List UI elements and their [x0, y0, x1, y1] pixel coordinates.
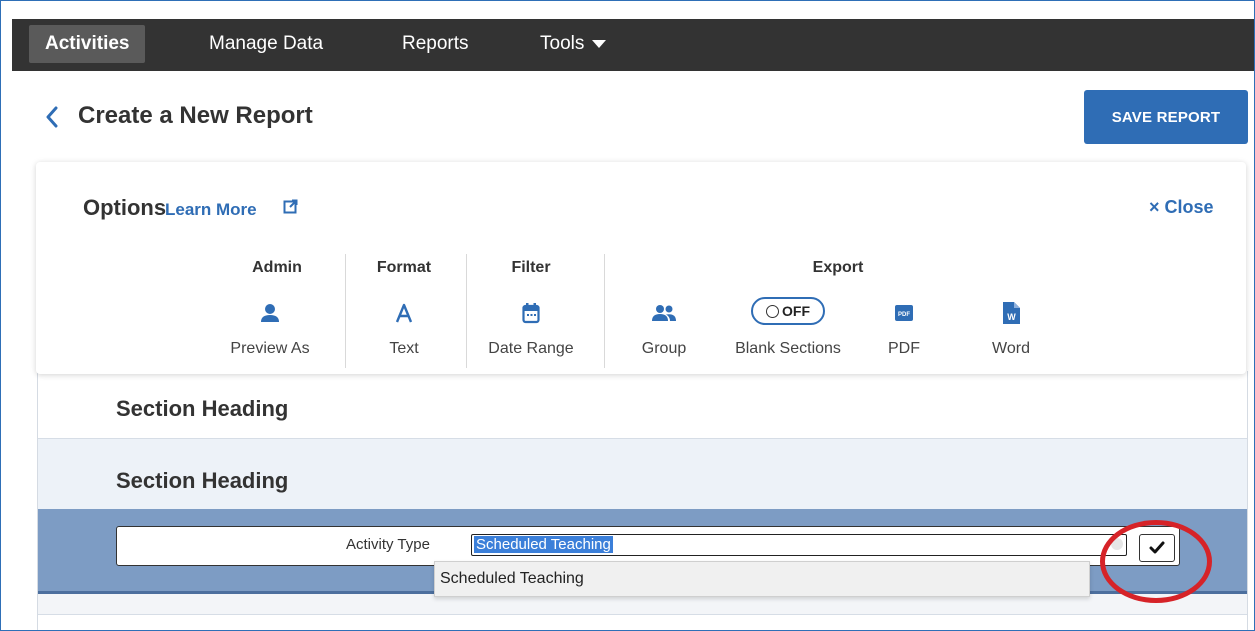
nav-tools[interactable]: Tools [540, 19, 607, 71]
group-label: Group [641, 340, 687, 357]
external-link-icon[interactable] [283, 199, 298, 214]
chevron-left-icon[interactable] [45, 105, 59, 129]
caret-down-icon [592, 39, 607, 48]
group-format-label: Format [376, 259, 432, 276]
pdf-icon: PDF [895, 305, 913, 321]
nav-tools-label: Tools [540, 33, 585, 54]
person-icon [261, 304, 279, 322]
group-tool[interactable]: Group [632, 299, 696, 358]
section-heading: Section Heading [116, 396, 289, 421]
people-icon [652, 305, 676, 321]
activity-type-input[interactable]: Scheduled Teaching [471, 534, 1127, 556]
pdf-export-tool[interactable]: PDF PDF [881, 299, 927, 358]
nav-reports[interactable]: Reports [402, 19, 469, 71]
svg-text:PDF: PDF [898, 312, 910, 318]
word-icon: W [1002, 302, 1020, 324]
activity-type-label: Activity Type [346, 536, 430, 553]
section-row[interactable]: Section Heading [38, 371, 1247, 439]
nav-manage-data[interactable]: Manage Data [209, 19, 323, 71]
divider [604, 254, 605, 368]
font-icon [395, 303, 413, 323]
blank-sections-tool[interactable]: OFF Blank Sections [718, 295, 858, 358]
divider [466, 254, 467, 368]
toggle-knob [766, 304, 779, 318]
date-range-label: Date Range [488, 340, 574, 357]
annotation-circle [1100, 520, 1212, 603]
text-label: Text [389, 340, 419, 357]
dropdown-option[interactable]: Scheduled Teaching [440, 570, 584, 588]
text-tool[interactable]: Text [377, 299, 431, 358]
app-frame: Activities Manage Data Reports Tools Cre… [0, 0, 1255, 631]
close-options-button[interactable]: × Close [1149, 197, 1214, 218]
section-row[interactable]: Section Heading [38, 439, 1247, 509]
word-label: Word [992, 340, 1030, 357]
blank-sections-toggle[interactable]: OFF [751, 297, 825, 325]
section-row [38, 594, 1247, 615]
activity-type-value: Scheduled Teaching [474, 536, 613, 553]
nav-activities[interactable]: Activities [29, 25, 146, 63]
svg-text:W: W [1007, 312, 1016, 322]
pdf-label: PDF [888, 340, 920, 357]
group-export-label: Export [812, 259, 864, 276]
toggle-state: OFF [782, 303, 810, 319]
preview-as-label: Preview As [230, 340, 310, 357]
options-panel: Options Learn More × Close Admin Format … [36, 162, 1246, 374]
date-range-tool[interactable]: Date Range [481, 299, 581, 358]
activity-type-dropdown: Scheduled Teaching [434, 561, 1090, 597]
learn-more-link[interactable]: Learn More [165, 200, 257, 220]
calendar-icon [522, 303, 540, 324]
activity-type-field: Activity Type Scheduled Teaching [116, 526, 1180, 566]
options-title: Options [83, 195, 167, 220]
blank-sections-label: Blank Sections [735, 340, 841, 357]
group-admin-label: Admin [252, 259, 302, 276]
page-title: Create a New Report [78, 102, 313, 129]
top-nav: Activities Manage Data Reports Tools [12, 19, 1254, 71]
save-report-button[interactable]: SAVE REPORT [1084, 90, 1248, 144]
group-filter-label: Filter [511, 259, 551, 276]
preview-as-tool[interactable]: Preview As [228, 299, 312, 358]
word-export-tool[interactable]: W Word [986, 299, 1036, 358]
section-heading: Section Heading [116, 468, 289, 493]
divider [345, 254, 346, 368]
